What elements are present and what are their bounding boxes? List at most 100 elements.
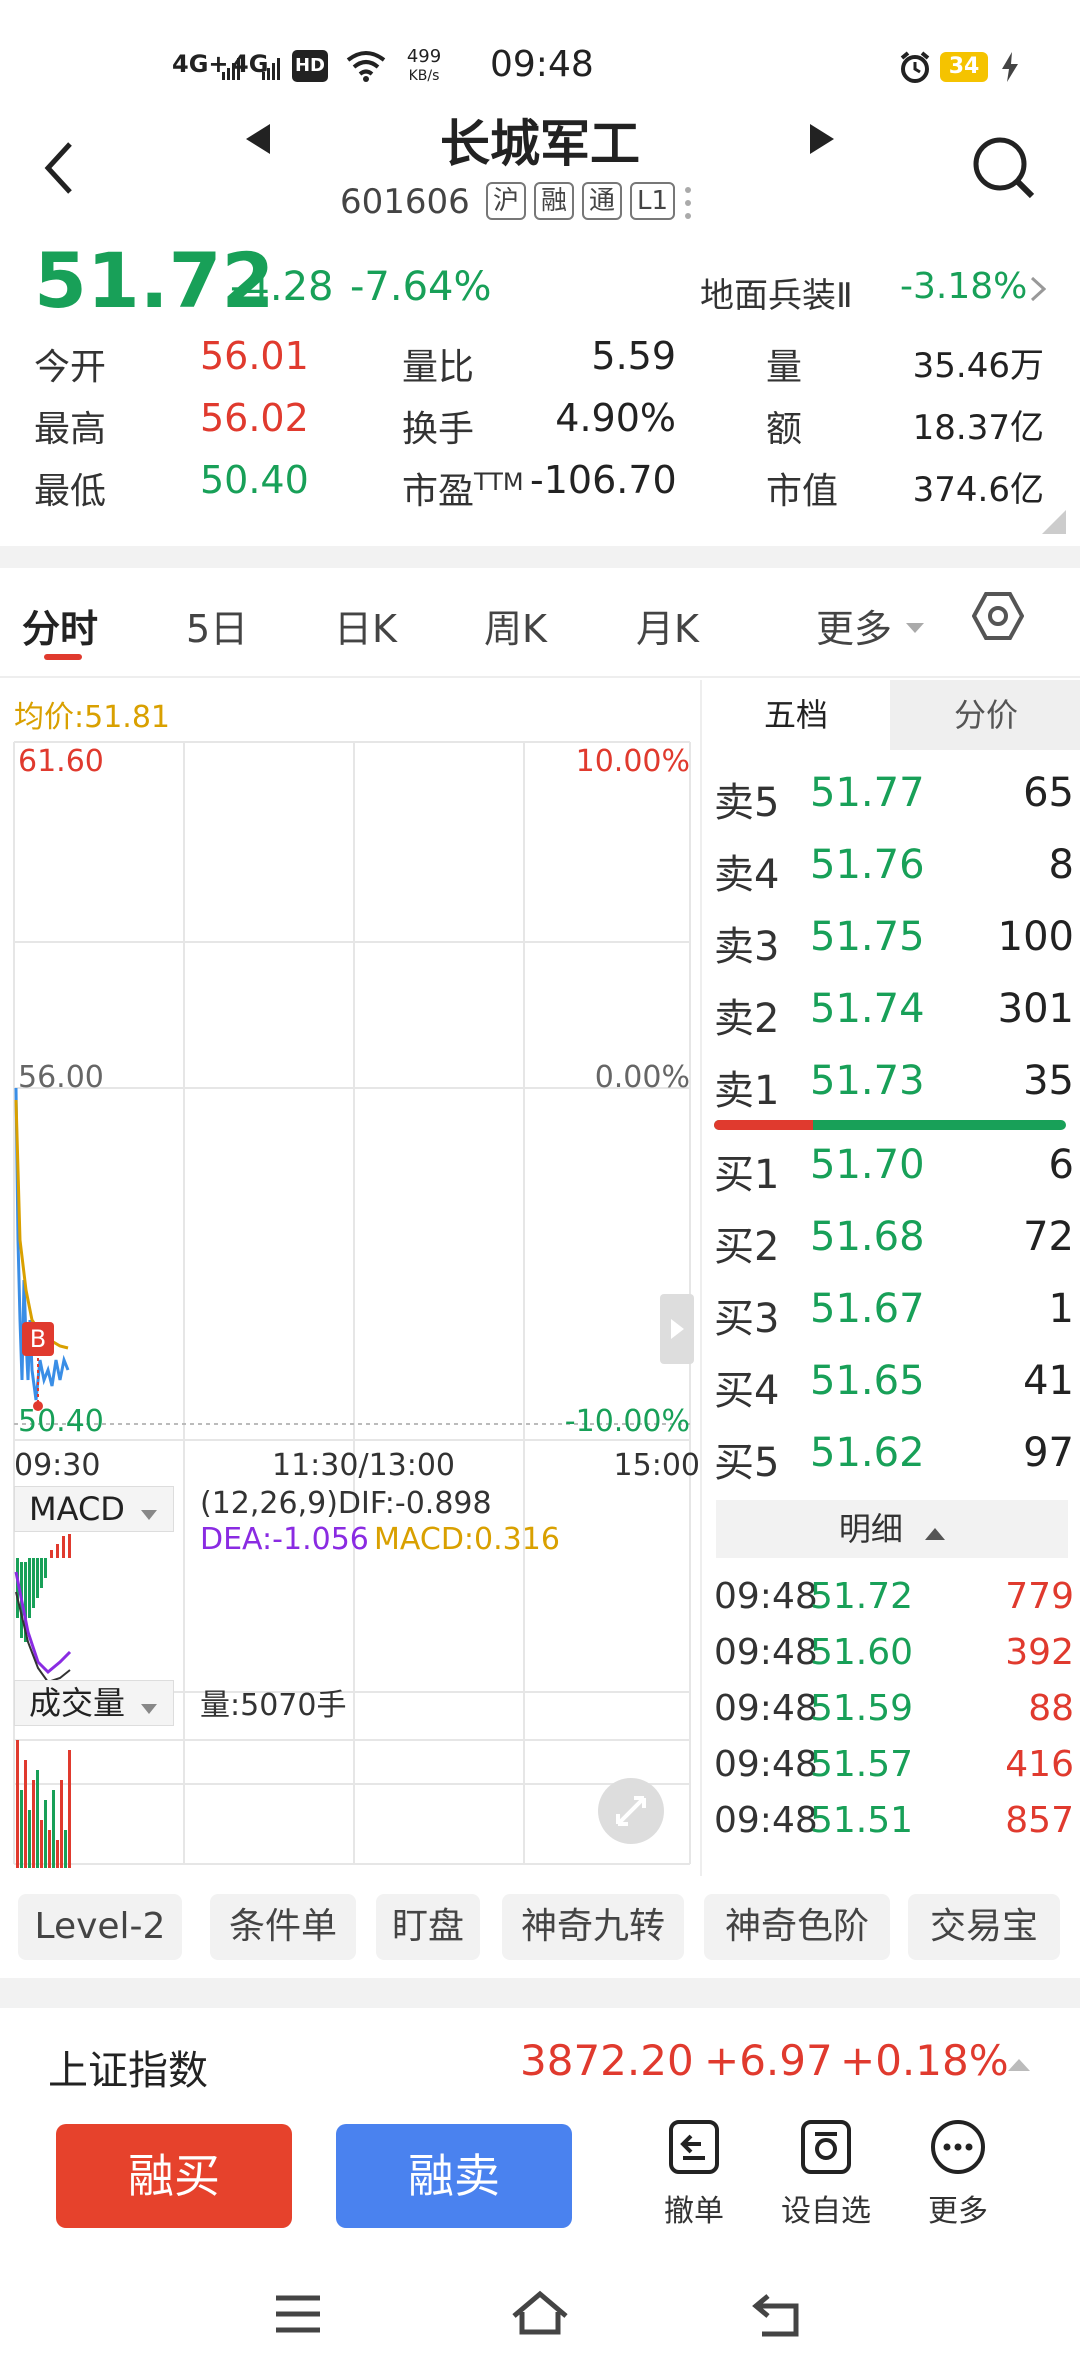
- tool-magic-color[interactable]: 神奇色阶: [704, 1894, 890, 1960]
- trade-price: 51.59: [810, 1688, 914, 1729]
- section-divider: [0, 546, 1080, 568]
- buy-volume: 97: [1023, 1430, 1074, 1476]
- settings-icon[interactable]: [971, 590, 1025, 646]
- search-icon[interactable]: [970, 134, 1036, 204]
- amount-value: 18.37亿: [912, 408, 1044, 448]
- home-icon[interactable]: [510, 2288, 570, 2342]
- sell-label: 卖3: [714, 924, 780, 970]
- back-icon[interactable]: [40, 140, 76, 200]
- trade-row: 09:48 51.72 779: [714, 1576, 1074, 1632]
- tab-daily-k[interactable]: 日K: [334, 598, 397, 653]
- tool-watch[interactable]: 盯盘: [376, 1894, 480, 1960]
- sector-name[interactable]: 地面兵装Ⅱ: [700, 268, 853, 317]
- tab-five-levels[interactable]: 五档: [702, 680, 890, 750]
- chevron-right-icon[interactable]: [1030, 276, 1047, 306]
- macd-histogram: [14, 1534, 72, 1684]
- tab-monthly-k[interactable]: 月K: [636, 598, 699, 653]
- tab-intraday[interactable]: 分时: [22, 598, 98, 653]
- tag-sh: 沪: [486, 182, 527, 220]
- sell-volume: 8: [1048, 842, 1074, 888]
- alarm-icon: [898, 50, 932, 88]
- chart-tabs: 分时 5日 日K 周K 月K 更多: [0, 568, 1080, 678]
- expand-up-icon[interactable]: [1008, 2056, 1030, 2075]
- buy-price: 51.70: [810, 1142, 925, 1188]
- charging-icon: [1002, 52, 1018, 86]
- tool-conditional-order[interactable]: 条件单: [210, 1894, 356, 1960]
- more-vertical-icon[interactable]: [684, 186, 692, 224]
- volume-text: 量:5070手: [200, 1688, 347, 1723]
- trade-price: 51.60: [810, 1632, 914, 1673]
- bid-ask-ratio-bar: [714, 1120, 1066, 1130]
- pe-label-text: 市盈: [402, 471, 475, 512]
- buy-row-5: 买5 51.62 97: [714, 1430, 1074, 1500]
- buy-volume: 72: [1023, 1214, 1074, 1260]
- trade-volume: 88: [1028, 1688, 1074, 1729]
- sell-price: 51.77: [810, 770, 925, 816]
- x-start: 09:30: [14, 1448, 101, 1483]
- net-speed: 499 KB/s: [404, 48, 444, 85]
- add-watchlist-button[interactable]: 设自选: [776, 2118, 876, 2230]
- buy-marker[interactable]: B: [22, 1322, 54, 1356]
- sector-change[interactable]: -3.18%: [900, 266, 1027, 307]
- caret-down-icon[interactable]: [906, 618, 924, 637]
- amount-label: 额: [766, 409, 803, 450]
- prev-stock-icon[interactable]: [246, 124, 272, 158]
- mcap-label: 市值: [766, 471, 839, 512]
- sell-label: 卖5: [714, 780, 780, 826]
- buy-volume: 41: [1023, 1358, 1074, 1404]
- stock-tags: 沪融通 L1: [486, 182, 683, 220]
- trade-time: 09:48: [714, 1800, 818, 1841]
- tab-active-indicator: [44, 654, 82, 660]
- expand-book-button[interactable]: [660, 1294, 694, 1364]
- sell-price: 51.73: [810, 1058, 925, 1104]
- buy-row-4: 买4 51.65 41: [714, 1358, 1074, 1428]
- turnover-value: 4.90%: [555, 396, 676, 440]
- tool-magic-nine[interactable]: 神奇九转: [502, 1894, 684, 1960]
- sell-volume: 65: [1023, 770, 1074, 816]
- detail-toggle[interactable]: 明细: [716, 1500, 1068, 1558]
- trade-volume: 392: [1005, 1632, 1074, 1673]
- volume-bars: [16, 1740, 71, 1868]
- tool-level2[interactable]: Level-2: [18, 1894, 182, 1960]
- back-nav-icon[interactable]: [752, 2292, 804, 2342]
- more-actions-label: 更多: [928, 2194, 988, 2229]
- buy-label: 买2: [714, 1224, 780, 1270]
- sell-label: 卖2: [714, 996, 780, 1042]
- tab-5day[interactable]: 5日: [186, 598, 248, 653]
- sell-volume: 35: [1023, 1058, 1074, 1104]
- cancel-order-label: 撤单: [664, 2194, 724, 2229]
- tab-more[interactable]: 更多: [816, 598, 892, 653]
- collapse-corner-icon[interactable]: [1042, 510, 1066, 538]
- trade-row: 09:48 51.51 857: [714, 1800, 1074, 1856]
- next-stock-icon[interactable]: [808, 124, 834, 158]
- low-label: 最低: [34, 471, 107, 512]
- margin-sell-button[interactable]: 融卖: [336, 2124, 572, 2228]
- tab-weekly-k[interactable]: 周K: [484, 598, 547, 653]
- buy-volume: 6: [1048, 1142, 1074, 1188]
- fullscreen-icon[interactable]: [598, 1778, 664, 1844]
- margin-buy-button[interactable]: 融买: [56, 2124, 292, 2228]
- index-name[interactable]: 上证指数: [48, 2038, 208, 2096]
- trade-time: 09:48: [714, 1688, 818, 1729]
- menu-icon[interactable]: [274, 2294, 322, 2338]
- trade-time: 09:48: [714, 1632, 818, 1673]
- x-mid: 11:30/13:00: [272, 1448, 456, 1483]
- more-actions-button[interactable]: 更多: [908, 2118, 1008, 2230]
- sell-volume: 100: [997, 914, 1074, 960]
- tab-price-dist[interactable]: 分价: [890, 680, 1080, 750]
- cancel-order-button[interactable]: 撤单: [644, 2118, 744, 2230]
- macd-params: (12,26,9)DIF:-0.898: [200, 1486, 492, 1521]
- tag-connect: 通: [582, 182, 623, 220]
- trade-row: 09:48 51.57 416: [714, 1744, 1074, 1800]
- index-value: 3872.20: [520, 2036, 694, 2085]
- status-time: 09:48: [490, 44, 594, 85]
- sell-row-5: 卖5 51.77 65: [714, 770, 1074, 840]
- volume-value: 35.46万: [912, 346, 1044, 386]
- order-book: 五档 分价 卖5 51.77 65 卖4 51.76 8 卖3 51.75 100 卖2 51…: [700, 680, 1080, 1876]
- net-speed-unit: KB/s: [408, 68, 440, 84]
- x-end: 15:00: [613, 1448, 700, 1483]
- macd-value: MACD:0.316: [374, 1522, 560, 1557]
- sell-price: 51.76: [810, 842, 925, 888]
- tool-trade-treasure[interactable]: 交易宝: [908, 1894, 1060, 1960]
- macd-selector[interactable]: MACD: [14, 1486, 174, 1532]
